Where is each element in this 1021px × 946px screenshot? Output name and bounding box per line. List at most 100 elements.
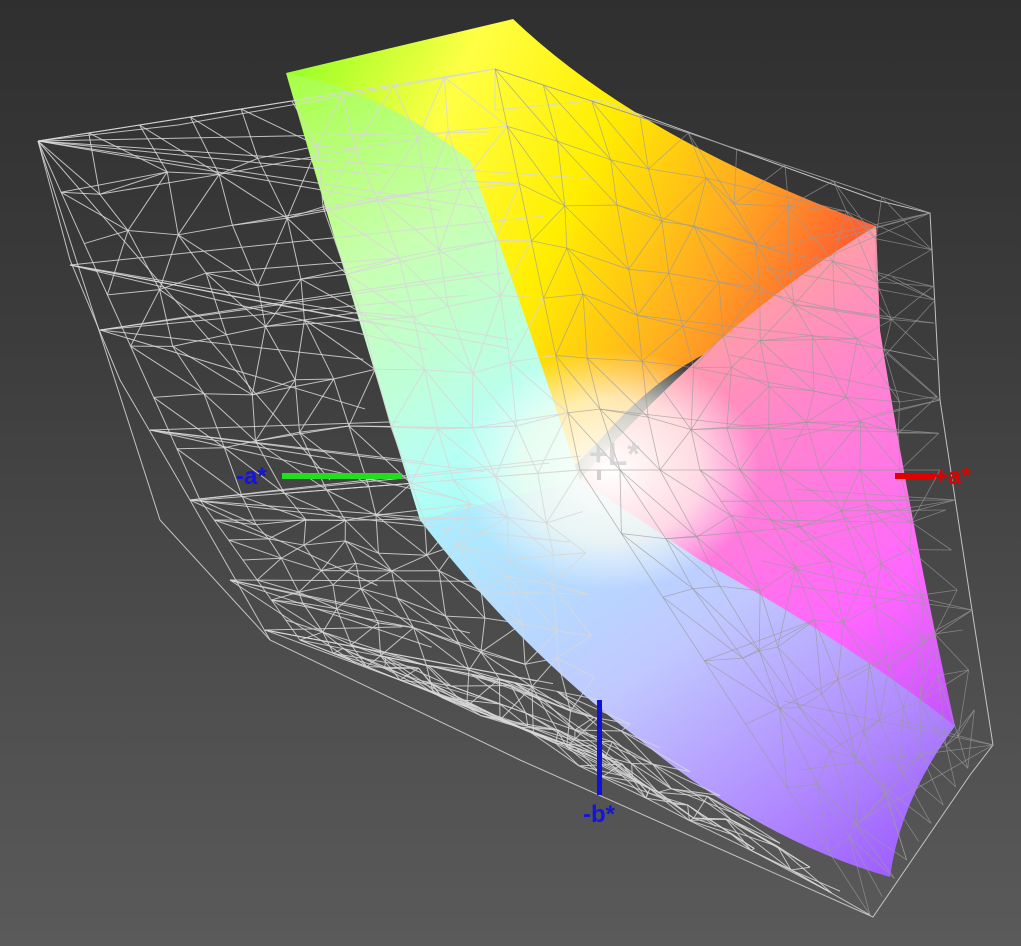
mesh-edge — [242, 559, 258, 581]
mesh-edge — [375, 482, 412, 516]
mesh-edge — [790, 866, 811, 871]
mesh-edge — [281, 557, 322, 572]
mesh-edge — [883, 319, 892, 350]
mesh-edge — [378, 552, 427, 556]
mesh-edge — [167, 171, 220, 175]
mesh-edge — [574, 716, 594, 731]
mesh-edge — [226, 326, 266, 336]
gamut-view[interactable]: +L* +a* -a* -b* — [0, 0, 1021, 946]
mesh-edge — [203, 393, 256, 442]
mesh-edge — [736, 148, 786, 166]
mesh-edge — [176, 447, 225, 450]
mesh-edge — [60, 191, 129, 231]
mesh-edge — [790, 869, 871, 916]
mesh-edge — [153, 393, 205, 398]
mesh-edge — [300, 273, 347, 280]
mesh-edge — [176, 448, 243, 498]
mesh-edge — [790, 869, 841, 892]
mesh-edge — [631, 763, 653, 765]
mesh-edge — [299, 639, 343, 650]
mesh-edge — [285, 619, 323, 633]
mesh-edge — [305, 519, 346, 521]
mesh-edge — [391, 570, 446, 617]
mesh-edge — [957, 669, 969, 737]
mesh-edge — [445, 615, 485, 619]
mesh-edge — [891, 319, 936, 361]
mesh-spike — [264, 626, 403, 631]
mesh-edge — [228, 539, 244, 561]
mesh-edge — [251, 394, 256, 442]
mesh-edge — [779, 707, 800, 709]
mesh-spike — [99, 329, 366, 410]
mesh-edge — [333, 378, 350, 427]
mesh-edge — [348, 369, 376, 427]
axis-label-minus-b: -b* — [583, 801, 615, 828]
mesh-edge — [299, 432, 328, 491]
mesh-edge — [303, 544, 322, 571]
axis-label-minus-a: -a* — [236, 463, 267, 490]
mesh-edge — [891, 286, 934, 320]
mesh-edge — [294, 379, 301, 433]
mesh-edge — [294, 319, 305, 380]
mesh-edge — [286, 218, 302, 280]
mesh-edge — [468, 651, 482, 671]
mesh-edge — [899, 432, 939, 471]
axis-minus-a-bar — [282, 473, 402, 479]
mesh-edge — [178, 224, 233, 236]
mesh-edge — [693, 366, 732, 369]
mesh-edge — [657, 788, 672, 793]
mesh-edge — [251, 326, 266, 395]
mesh-spike — [875, 272, 936, 301]
mesh-edge — [332, 584, 338, 609]
mesh-edge — [396, 597, 414, 628]
mesh-edge — [252, 378, 334, 396]
mesh-spike — [892, 276, 936, 301]
mesh-edge — [368, 486, 377, 516]
mesh-edge — [332, 584, 362, 590]
mesh-edge — [777, 845, 811, 868]
mesh-edge — [333, 368, 376, 380]
mesh-edge — [127, 171, 168, 231]
mesh-edge — [257, 217, 288, 287]
axis-label-plus-a: +a* — [934, 463, 971, 490]
mesh-edge — [921, 754, 956, 787]
mesh-edge — [228, 539, 282, 559]
mesh-edge — [898, 401, 900, 433]
mesh-edge — [88, 132, 101, 195]
mesh-edge — [921, 754, 944, 806]
mesh-edge — [61, 191, 100, 195]
mesh-edge — [60, 192, 85, 244]
mesh-edge — [176, 448, 201, 501]
axis-minus-b-bar — [597, 700, 602, 795]
mesh-edge — [875, 196, 883, 239]
mesh-edge — [445, 615, 482, 653]
axis-label-plus-l: +L* — [589, 436, 640, 472]
mesh-edge — [231, 225, 259, 287]
mesh-edge — [298, 584, 334, 593]
mesh-edge — [480, 623, 523, 653]
mesh-edge — [257, 278, 301, 287]
mesh-edge — [345, 519, 379, 554]
mesh-edge — [350, 622, 379, 646]
mesh-edge — [127, 230, 179, 236]
mesh-edge — [506, 559, 509, 577]
mesh-spike — [189, 499, 449, 520]
reference-hull-edge — [37, 140, 271, 641]
gamut-3d-plot — [37, 19, 994, 918]
mesh-edge — [84, 230, 129, 245]
mesh-edge — [106, 230, 129, 296]
mesh-edge — [242, 557, 282, 561]
mesh-edge — [203, 393, 225, 448]
mesh-edge — [256, 557, 282, 581]
mesh-edge — [177, 174, 220, 236]
mesh-edge — [320, 570, 334, 586]
mesh-edge — [303, 319, 335, 380]
mesh-edge — [240, 108, 259, 159]
mesh-edge — [911, 509, 946, 523]
mesh-spike — [229, 579, 432, 648]
mesh-edge — [228, 538, 269, 541]
mesh-edge — [271, 599, 287, 621]
mesh-edge — [397, 597, 446, 617]
mesh-edge — [687, 804, 690, 821]
mesh-edge — [99, 173, 220, 195]
